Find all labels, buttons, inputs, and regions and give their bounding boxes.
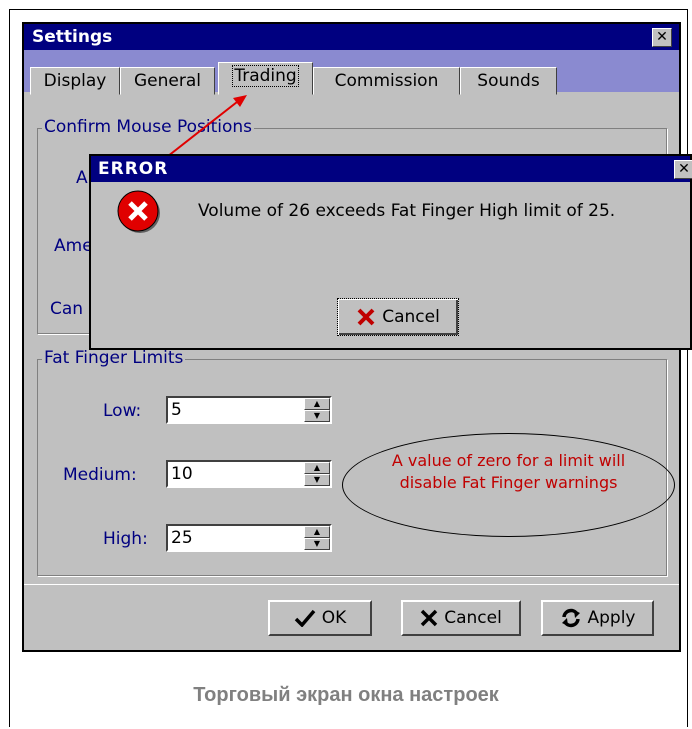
low-spinner[interactable]: 5 ▲ ▼	[166, 396, 332, 424]
medium-value[interactable]: 10	[171, 464, 193, 484]
note-line: A value of zero for a limit will	[391, 451, 626, 470]
x-icon	[420, 609, 438, 627]
spin-down-icon[interactable]: ▼	[304, 474, 330, 486]
error-icon	[117, 190, 160, 233]
error-dialog: ERROR ✕ Volume of 26 exceeds Fat Finger …	[89, 154, 692, 350]
refresh-icon	[561, 608, 580, 628]
confirm-row-label: Can	[50, 299, 84, 319]
apply-label: Apply	[587, 608, 636, 628]
tab-commission[interactable]: Commission	[313, 67, 460, 95]
confirm-row-label: A	[76, 168, 88, 188]
spin-up-icon[interactable]: ▲	[304, 526, 330, 538]
note-line: disable Fat Finger warnings	[399, 473, 618, 492]
spin-down-icon[interactable]: ▼	[304, 410, 330, 422]
checkmark-icon	[294, 609, 316, 627]
spin-up-icon[interactable]: ▲	[304, 398, 330, 410]
low-label: Low:	[103, 401, 142, 421]
tab-general[interactable]: General	[120, 67, 215, 95]
low-value[interactable]: 5	[171, 400, 182, 420]
ok-button[interactable]: OK	[268, 600, 372, 636]
cancel-button[interactable]: Cancel	[401, 600, 521, 636]
medium-spinner[interactable]: 10 ▲ ▼	[166, 460, 332, 488]
settings-title: Settings	[32, 27, 113, 47]
tab-trading[interactable]: Trading	[218, 62, 313, 95]
ok-label: OK	[321, 608, 347, 628]
figure-caption: Торговый экран окна настроек	[193, 684, 499, 706]
confirm-row-label: Ame	[54, 236, 93, 256]
error-cancel-button[interactable]: Cancel	[337, 298, 459, 336]
cancel-label: Cancel	[444, 608, 502, 628]
high-value[interactable]: 25	[171, 528, 193, 548]
error-titlebar: ERROR ✕	[91, 156, 692, 182]
error-title: ERROR	[98, 159, 169, 179]
error-message: Volume of 26 exceeds Fat Finger High lim…	[198, 201, 616, 221]
tab-display[interactable]: Display	[30, 67, 120, 95]
close-icon[interactable]: ✕	[674, 160, 692, 179]
fat-finger-legend: Fat Finger Limits	[42, 348, 186, 368]
error-cancel-label: Cancel	[382, 307, 440, 327]
high-spinner[interactable]: 25 ▲ ▼	[166, 524, 332, 552]
x-icon	[357, 308, 375, 326]
tab-sounds[interactable]: Sounds	[460, 67, 557, 95]
fat-finger-note: A value of zero for a limit will disable…	[342, 433, 675, 537]
settings-titlebar: Settings ✕	[24, 24, 679, 50]
apply-button[interactable]: Apply	[541, 600, 654, 636]
medium-label: Medium:	[63, 465, 137, 485]
high-label: High:	[103, 529, 148, 549]
confirm-mouse-legend: Confirm Mouse Positions	[42, 117, 255, 137]
spin-up-icon[interactable]: ▲	[304, 462, 330, 474]
close-icon[interactable]: ✕	[652, 28, 672, 47]
spin-down-icon[interactable]: ▼	[304, 538, 330, 550]
